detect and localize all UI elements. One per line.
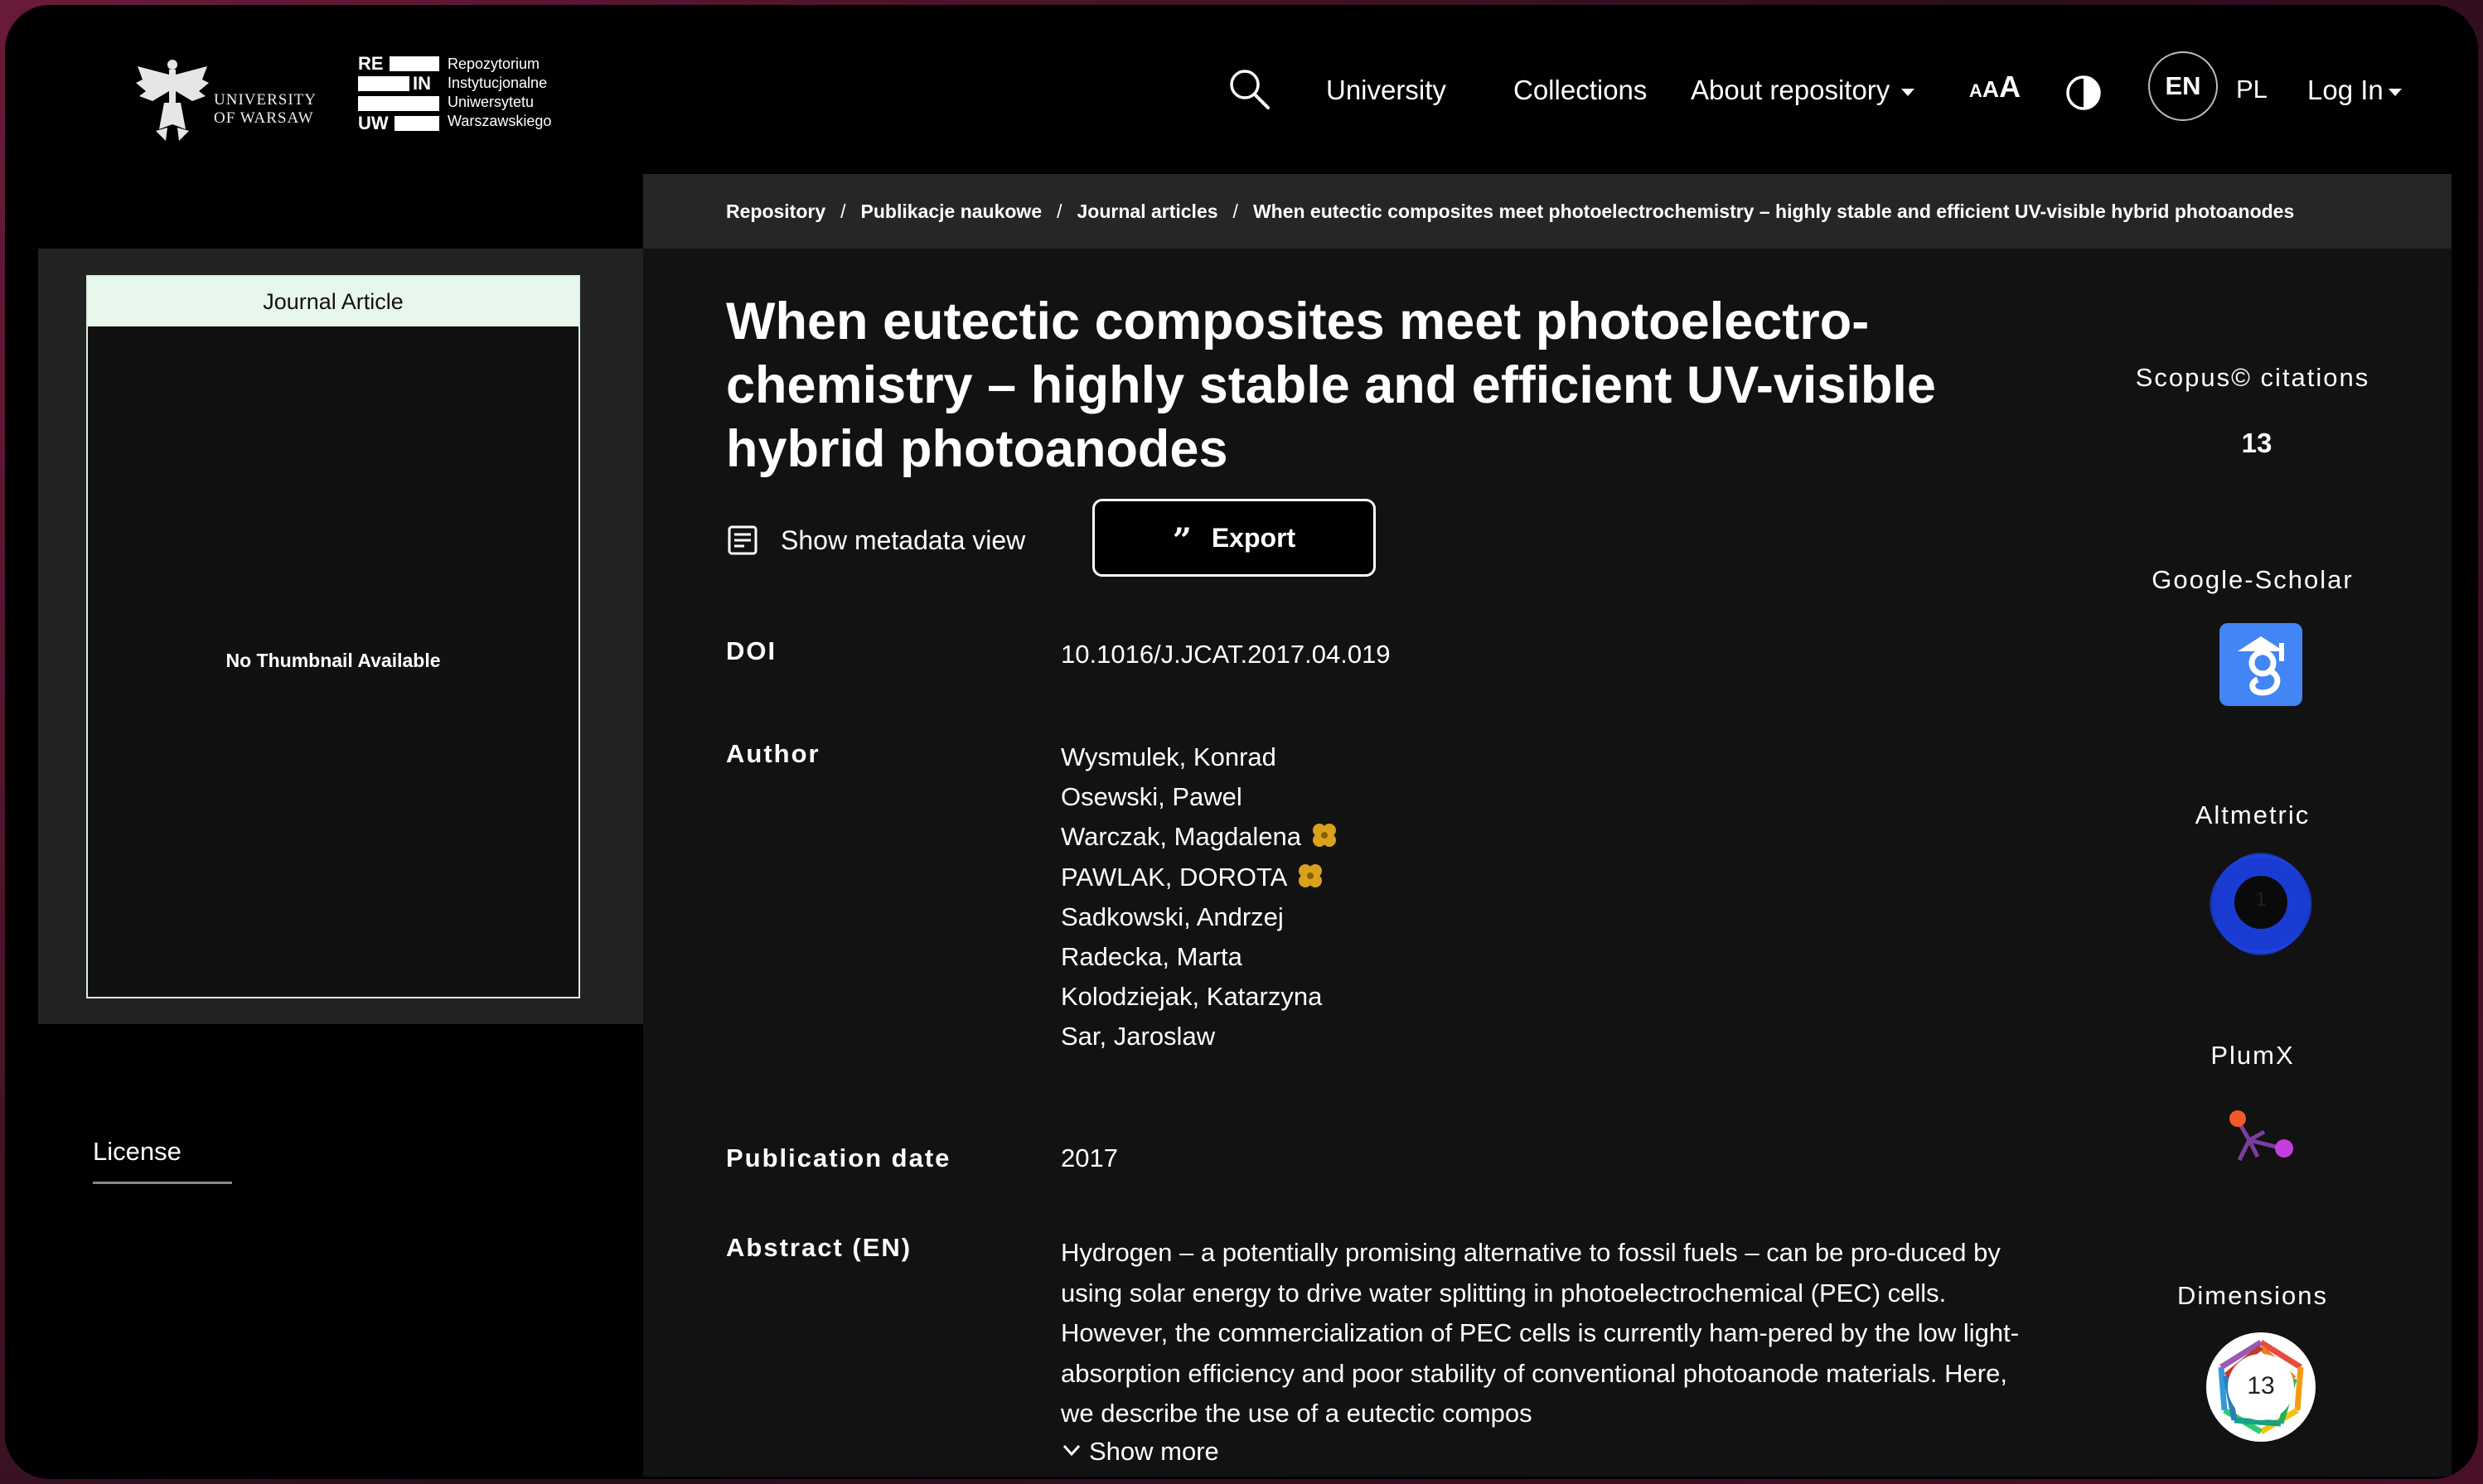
export-label: Export [1211, 523, 1296, 553]
scopus-label: Scopus© citations [2135, 363, 2370, 392]
google-scholar-label: Google-Scholar [2151, 565, 2354, 594]
quote-icon: ” [1172, 521, 1192, 560]
orcid-icon[interactable] [1309, 820, 1339, 850]
author-name: Sadkowski, Andrzej [1061, 902, 1284, 931]
chevron-down-icon [2388, 88, 2402, 96]
plumx-icon[interactable] [2224, 1109, 2299, 1167]
author-label: Author [726, 739, 820, 768]
contrast-icon[interactable] [2065, 75, 2102, 111]
uw-text-line2: OF WARSAW [214, 109, 314, 127]
abstract-fade [1606, 1394, 2037, 1435]
author-item[interactable]: Radecka, Marta [1061, 937, 1339, 977]
breadcrumb-journal-articles[interactable]: Journal articles [1077, 201, 1218, 222]
breadcrumb-current: When eutectic composites meet photoelect… [1252, 201, 2295, 222]
publication-date-label: Publication date [726, 1143, 951, 1172]
author-name: PAWLAK, DOROTA [1061, 862, 1288, 892]
breadcrumb: Repository / Publikacje naukowe / Journal ar… [643, 174, 2452, 249]
abstract-label: Abstract (EN) [726, 1233, 912, 1262]
dimensions-value: 13 [2247, 1372, 2275, 1399]
author-name: Kolodziejak, Katarzyna [1061, 982, 1323, 1012]
no-thumbnail-text: No Thumbnail Available [225, 650, 441, 671]
language-pl-button[interactable]: PL [2236, 75, 2268, 104]
item-title: When eutectic composites meet photoelect… [726, 292, 1936, 478]
author-item[interactable]: Kolodziejak, Katarzyna [1061, 977, 1339, 1017]
show-more-label: Show more [1089, 1437, 1219, 1466]
orcid-icon[interactable] [1295, 861, 1325, 891]
nav-collections[interactable]: Collections [1513, 75, 1647, 106]
font-size-medium: A [1982, 76, 2000, 102]
author-item[interactable]: Osewski, Pawel [1061, 777, 1339, 817]
rein-mark-uw: UW [358, 113, 389, 133]
publication-date-value: 2017 [1061, 1143, 1118, 1172]
license-link[interactable]: License [93, 1137, 182, 1167]
device-frame: UNIVERSITY OF WARSAW RE IN UW Repozytori… [5, 5, 2478, 1479]
browser-viewport: UNIVERSITY OF WARSAW RE IN UW Repozytori… [31, 35, 2452, 1477]
font-size-small: A [1969, 80, 1982, 101]
export-button[interactable]: ” Export [1092, 499, 1376, 577]
show-more-button[interactable]: Show more [1061, 1437, 1219, 1467]
rein-mark-in: IN [413, 73, 431, 94]
rein-text-line4: Warszawskiego [448, 113, 552, 129]
author-name: Warczak, Magdalena [1061, 822, 1302, 852]
dimensions-badge[interactable]: 13 [2205, 1331, 2317, 1443]
author-item[interactable]: Sadkowski, Andrzej [1061, 897, 1339, 937]
search-icon[interactable] [1227, 66, 1271, 111]
breadcrumb-repository[interactable]: Repository [726, 201, 825, 222]
nav-about-label: About repository [1691, 75, 1890, 105]
eagle-emblem-icon [136, 60, 209, 141]
uw-text-line1: UNIVERSITY [214, 91, 317, 109]
license-underline [93, 1182, 232, 1184]
altmetric-donut[interactable]: 1 [2205, 850, 2317, 958]
show-metadata-view-label: Show metadata view [781, 525, 1026, 555]
plumx-label: PlumX [2210, 1041, 2295, 1070]
nav-university[interactable]: University [1326, 75, 1446, 106]
breadcrumb-publikacje[interactable]: Publikacje naukowe [861, 201, 1043, 222]
author-name: Wysmulek, Konrad [1061, 742, 1276, 771]
item-type-badge: Journal Article [88, 277, 578, 326]
rein-text-line1: Repozytorium [448, 56, 540, 72]
author-list: Wysmulek, Konrad Osewski, Pawel Warczak, M… [1061, 737, 1339, 1057]
breadcrumb-separator: / [840, 201, 846, 222]
altmetric-score: 1 [2255, 888, 2267, 911]
breadcrumb-separator: / [1232, 201, 1238, 222]
font-size-large: A [1999, 70, 2021, 104]
language-en-button[interactable]: EN [2148, 51, 2218, 121]
author-item[interactable]: Sar, Jaroslaw [1061, 1017, 1339, 1056]
author-name: Radecka, Marta [1061, 942, 1242, 972]
doi-label: DOI [726, 636, 777, 665]
repository-logo[interactable]: RE IN UW Repozytorium Instytucjonalne Un… [358, 53, 607, 146]
author-item[interactable]: Warczak, Magdalena [1061, 817, 1339, 857]
dimensions-label: Dimensions [2177, 1281, 2328, 1310]
login-label: Log In [2307, 75, 2384, 105]
chevron-down-icon [1901, 88, 1915, 96]
scopus-citations-value[interactable]: 13 [2087, 428, 2427, 459]
rein-text-line2: Instytucjonalne [448, 75, 548, 91]
font-size-toggle[interactable]: AAA [1969, 70, 2021, 111]
brand-area: UNIVERSITY OF WARSAW RE IN UW Repozytori… [31, 35, 643, 244]
altmetric-label: Altmetric [2195, 800, 2311, 829]
nav-about-repository[interactable]: About repository [1691, 75, 1915, 106]
rein-text-line3: Uniwersytetu [448, 94, 535, 110]
top-navigation: University Collections About repository … [643, 35, 2452, 174]
plumx-glyph [2229, 1110, 2293, 1162]
author-name: Sar, Jaroslaw [1061, 1022, 1216, 1051]
google-scholar-icon[interactable] [2219, 623, 2302, 706]
metadata-icon [728, 525, 757, 555]
chevron-down-icon [1062, 1444, 1081, 1457]
university-of-warsaw-logo[interactable]: UNIVERSITY OF WARSAW [131, 55, 330, 146]
doi-value[interactable]: 10.1016/J.JCAT.2017.04.019 [1061, 640, 1391, 669]
thumbnail-card: Journal Article No Thumbnail Available [86, 275, 580, 998]
breadcrumb-separator: / [1057, 201, 1062, 222]
login-menu[interactable]: Log In [2307, 75, 2402, 106]
google-scholar-glyph [2238, 636, 2284, 696]
author-item[interactable]: PAWLAK, DOROTA [1061, 858, 1339, 897]
author-item[interactable]: Wysmulek, Konrad [1061, 737, 1339, 777]
rein-mark-re: RE [358, 53, 384, 74]
author-name: Osewski, Pawel [1061, 782, 1242, 812]
